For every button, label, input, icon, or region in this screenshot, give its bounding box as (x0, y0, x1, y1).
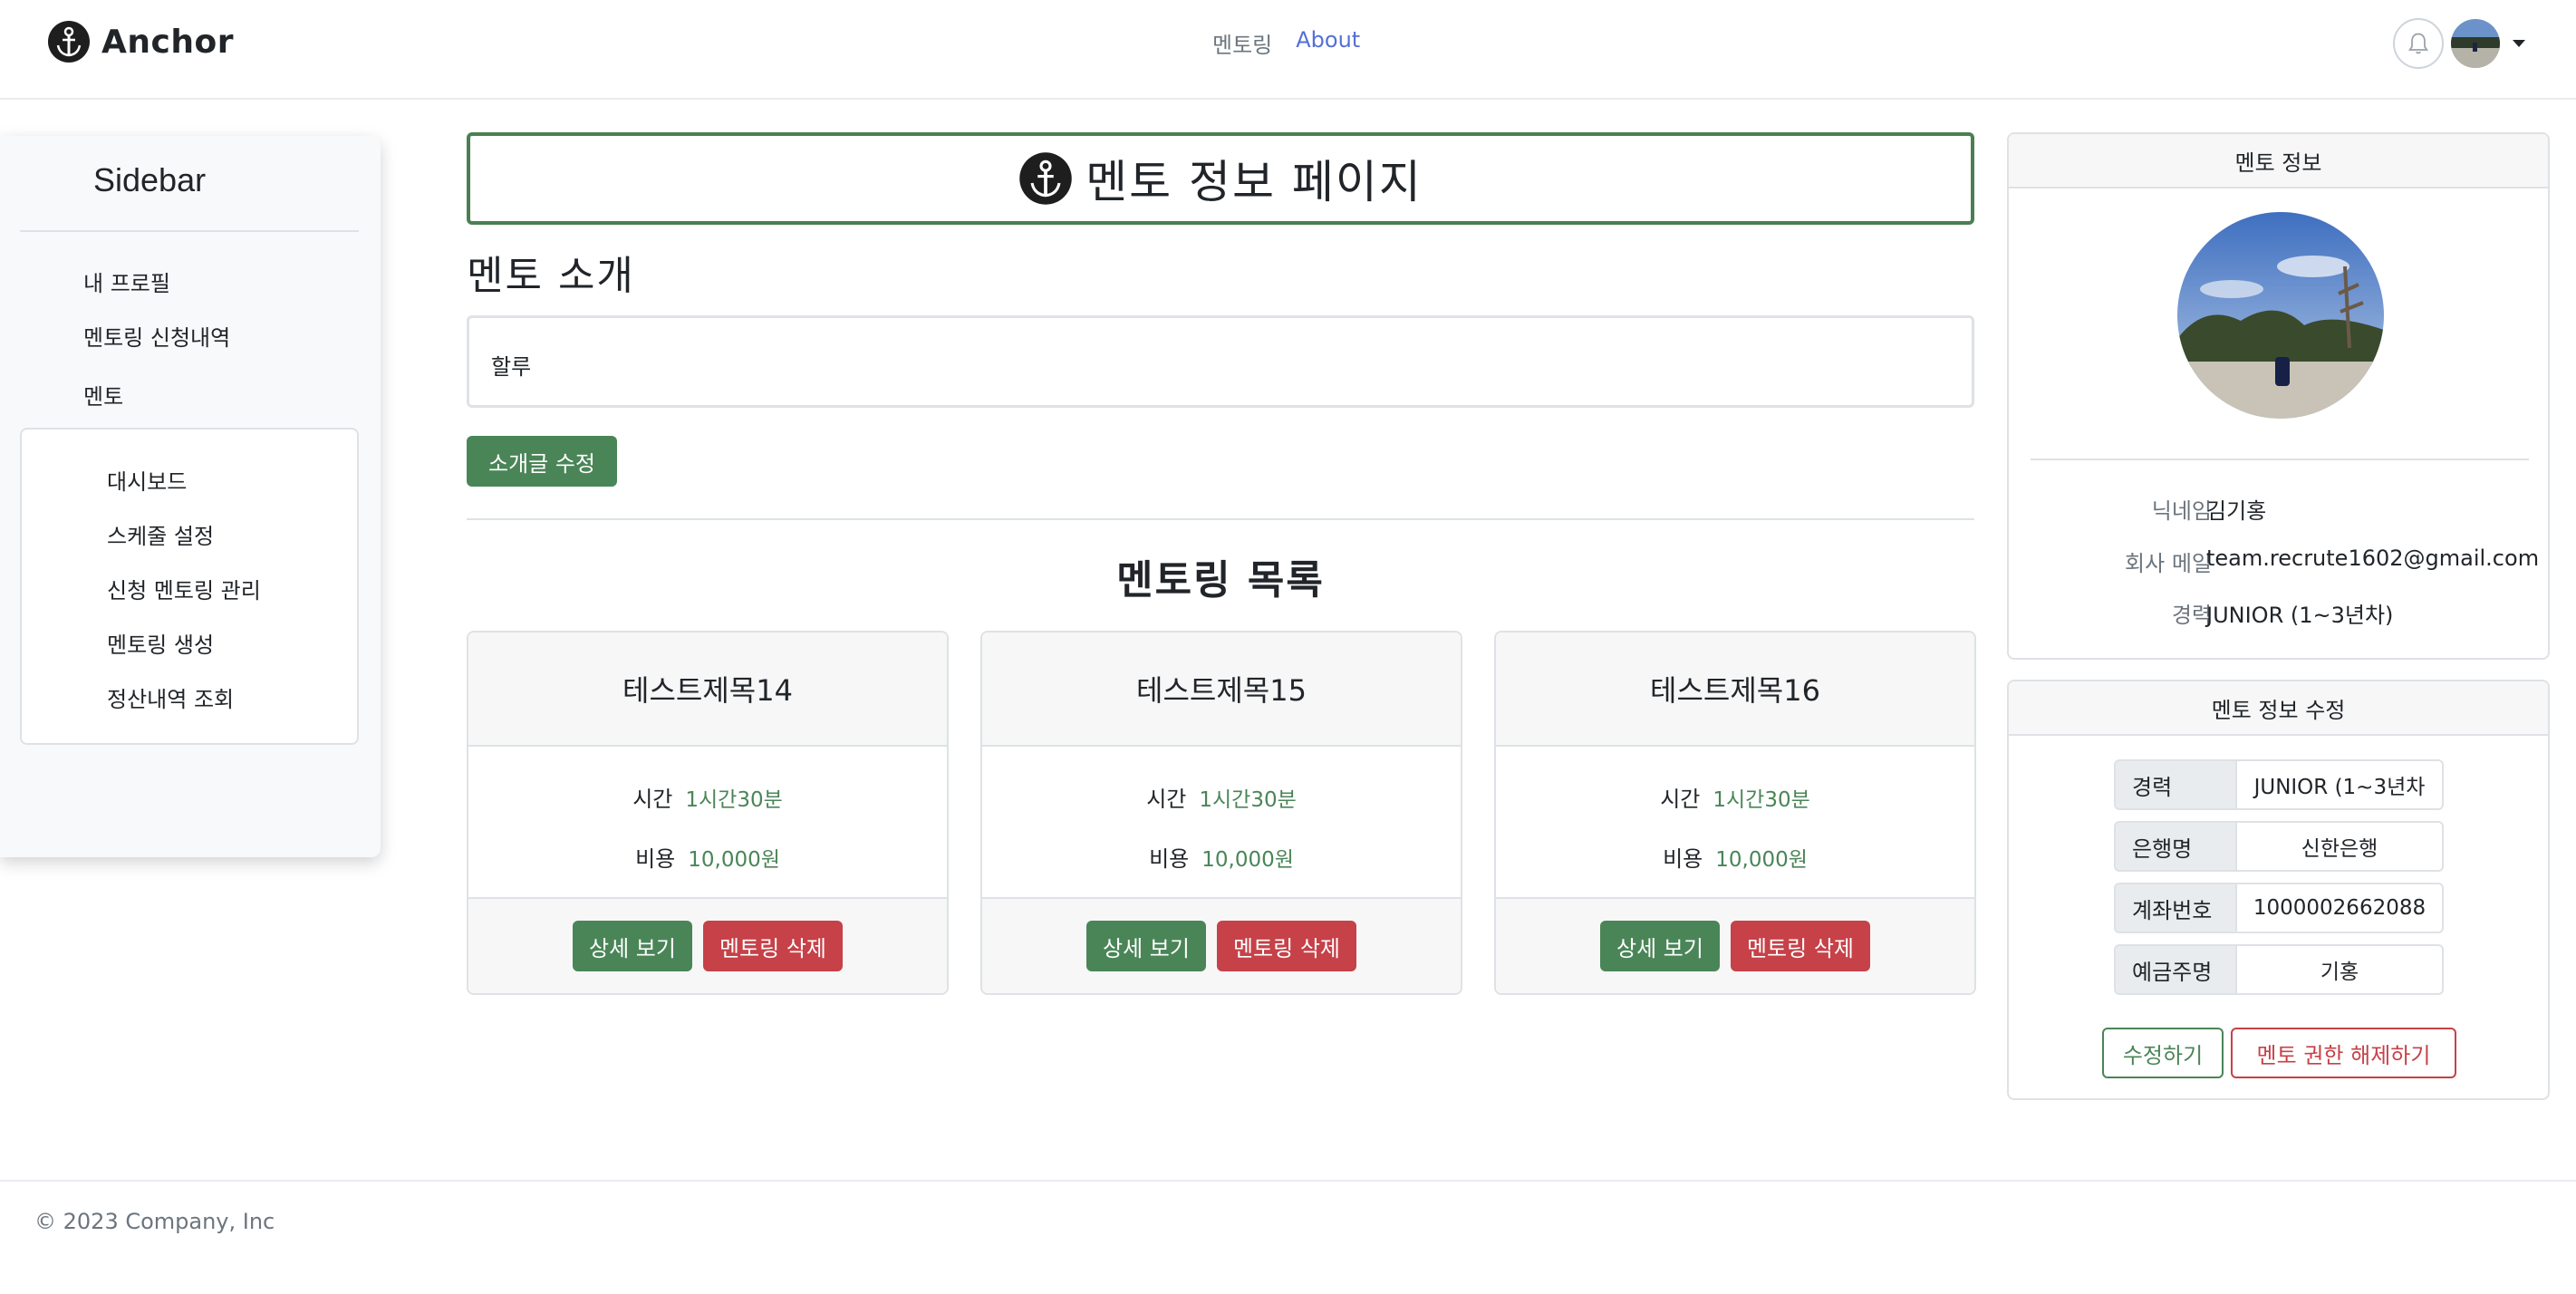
account-label: 계좌번호 (2114, 883, 2237, 933)
mentoring-card: 테스트제목14 시간 1시간30분 비용 10,000원 상세 보기 멘토링 삭… (467, 631, 949, 995)
card-title: 테스트제목16 (1496, 633, 1974, 747)
avatar-photo (2451, 19, 2500, 68)
holder-label: 예금주명 (2114, 944, 2237, 995)
intro-text: 할루 (467, 315, 1974, 408)
card-cost-row: 비용 10,000원 (1496, 841, 1974, 873)
nav-about[interactable]: About (1296, 27, 1360, 59)
holder-input[interactable]: 기홍 (2237, 944, 2444, 995)
anchor-icon (1019, 152, 1072, 205)
career-select[interactable]: JUNIOR (1~3년차 (2237, 759, 2444, 810)
cost-value: 10,000원 (688, 848, 780, 872)
bell-icon (2408, 33, 2428, 54)
cost-label: 비용 (1663, 846, 1703, 872)
sidebar-item-settlements[interactable]: 정산내역 조회 (107, 681, 234, 713)
section-divider (467, 518, 1974, 520)
mentoring-card: 테스트제목16 시간 1시간30분 비용 10,000원 상세 보기 멘토링 삭… (1494, 631, 1976, 995)
card-title: 테스트제목14 (468, 633, 947, 747)
card-actions: 상세 보기 멘토링 삭제 (982, 897, 1461, 993)
card-time-row: 시간 1시간30분 (1496, 781, 1974, 813)
card-time-row: 시간 1시간30분 (982, 781, 1461, 813)
info-key: 닉네임 (2151, 498, 2212, 524)
account-input[interactable]: 1000002662088 (2237, 883, 2444, 933)
chevron-down-icon[interactable] (2513, 40, 2525, 47)
mentor-info-header: 멘토 정보 (2009, 134, 2548, 188)
time-label: 시간 (632, 787, 673, 812)
notification-button[interactable] (2393, 18, 2444, 69)
cost-label: 비용 (635, 846, 676, 872)
cost-label: 비용 (1149, 846, 1190, 872)
mentoring-list-heading: 멘토링 목록 (1116, 557, 1325, 604)
sidebar-item-mentoring-requests[interactable]: 멘토링 신청내역 (83, 320, 230, 352)
sidebar-item-schedule[interactable]: 스케줄 설정 (107, 518, 214, 550)
card-time-row: 시간 1시간30분 (468, 781, 947, 813)
brand-link[interactable]: Anchor (47, 20, 234, 63)
detail-button[interactable]: 상세 보기 (573, 921, 692, 971)
mentor-info-panel: 멘토 정보 닉네임 김기홍 회사 메일 team.recrute1602@gma… (2007, 132, 2550, 660)
footer-copyright: © 2023 Company, Inc (34, 1209, 275, 1234)
career-label: 경력 (2114, 759, 2237, 810)
sidebar-divider (20, 230, 359, 232)
sidebar-item-manage-requests[interactable]: 신청 멘토링 관리 (107, 573, 261, 604)
mentor-edit-panel: 멘토 정보 수정 경력 JUNIOR (1~3년차 은행명 신한은행 계좌번호 … (2007, 680, 2550, 1100)
main-nav: 멘토링 About (1212, 27, 1360, 59)
cost-value: 10,000원 (1201, 848, 1294, 872)
profile-photo (2177, 212, 2384, 419)
info-value: team.recrute1602@gmail.com (2206, 546, 2540, 571)
info-value: JUNIOR (1~3년차) (2206, 603, 2394, 628)
card-cost-row: 비용 10,000원 (468, 841, 947, 873)
delete-mentoring-button[interactable]: 멘토링 삭제 (1730, 921, 1870, 971)
brand-name: Anchor (101, 23, 234, 61)
sidebar: Sidebar 내 프로필 멘토링 신청내역 멘토 대시보드 스케줄 설정 신청… (0, 136, 381, 857)
bank-label: 은행명 (2114, 821, 2237, 872)
intro-heading: 멘토 소개 (467, 253, 635, 299)
time-label: 시간 (1660, 787, 1701, 812)
nav-mentoring[interactable]: 멘토링 (1212, 27, 1272, 59)
info-key: 회사 메일 (2125, 551, 2212, 576)
page-title-box: 멘토 정보 페이지 (467, 132, 1974, 225)
mentor-edit-header: 멘토 정보 수정 (2009, 681, 2548, 736)
card-actions: 상세 보기 멘토링 삭제 (1496, 897, 1974, 993)
edit-intro-button[interactable]: 소개글 수정 (467, 436, 617, 487)
time-value: 1시간30분 (685, 788, 783, 812)
sidebar-item-my-profile[interactable]: 내 프로필 (83, 266, 170, 297)
sidebar-item-create-mentoring[interactable]: 멘토링 생성 (107, 627, 214, 659)
detail-button[interactable]: 상세 보기 (1086, 921, 1206, 971)
anchor-icon (48, 21, 90, 63)
header-actions (2393, 18, 2525, 69)
card-actions: 상세 보기 멘토링 삭제 (468, 897, 947, 993)
save-button[interactable]: 수정하기 (2102, 1028, 2224, 1078)
profile-image (2177, 212, 2384, 419)
footer: © 2023 Company, Inc (0, 1180, 2576, 1294)
top-navbar: Anchor 멘토링 About (0, 0, 2576, 100)
holder-field: 예금주명 기홍 (2114, 944, 2444, 995)
info-value: 김기홍 (2206, 498, 2267, 524)
time-label: 시간 (1146, 787, 1187, 812)
page-title: 멘토 정보 페이지 (1085, 156, 1423, 208)
account-field: 계좌번호 1000002662088 (2114, 883, 2444, 933)
sidebar-item-dashboard[interactable]: 대시보드 (107, 464, 187, 496)
time-value: 1시간30분 (1713, 788, 1810, 812)
mentoring-card: 테스트제목15 시간 1시간30분 비용 10,000원 상세 보기 멘토링 삭… (980, 631, 1462, 995)
bank-field: 은행명 신한은행 (2114, 821, 2444, 872)
time-value: 1시간30분 (1199, 788, 1297, 812)
bank-input[interactable]: 신한은행 (2237, 821, 2444, 872)
sidebar-item-mentor[interactable]: 멘토 (83, 379, 123, 410)
delete-mentoring-button[interactable]: 멘토링 삭제 (1216, 921, 1356, 971)
sidebar-title: Sidebar (93, 161, 207, 198)
revoke-mentor-button[interactable]: 멘토 권한 해제하기 (2231, 1028, 2456, 1078)
delete-mentoring-button[interactable]: 멘토링 삭제 (702, 921, 843, 971)
career-field: 경력 JUNIOR (1~3년차 (2114, 759, 2444, 810)
detail-button[interactable]: 상세 보기 (1600, 921, 1720, 971)
user-avatar[interactable] (2451, 19, 2500, 68)
sidebar-submenu: 대시보드 스케줄 설정 신청 멘토링 관리 멘토링 생성 정산내역 조회 (20, 428, 359, 745)
card-cost-row: 비용 10,000원 (982, 841, 1461, 873)
info-divider (2031, 459, 2529, 460)
card-title: 테스트제목15 (982, 633, 1461, 747)
cost-value: 10,000원 (1715, 848, 1808, 872)
